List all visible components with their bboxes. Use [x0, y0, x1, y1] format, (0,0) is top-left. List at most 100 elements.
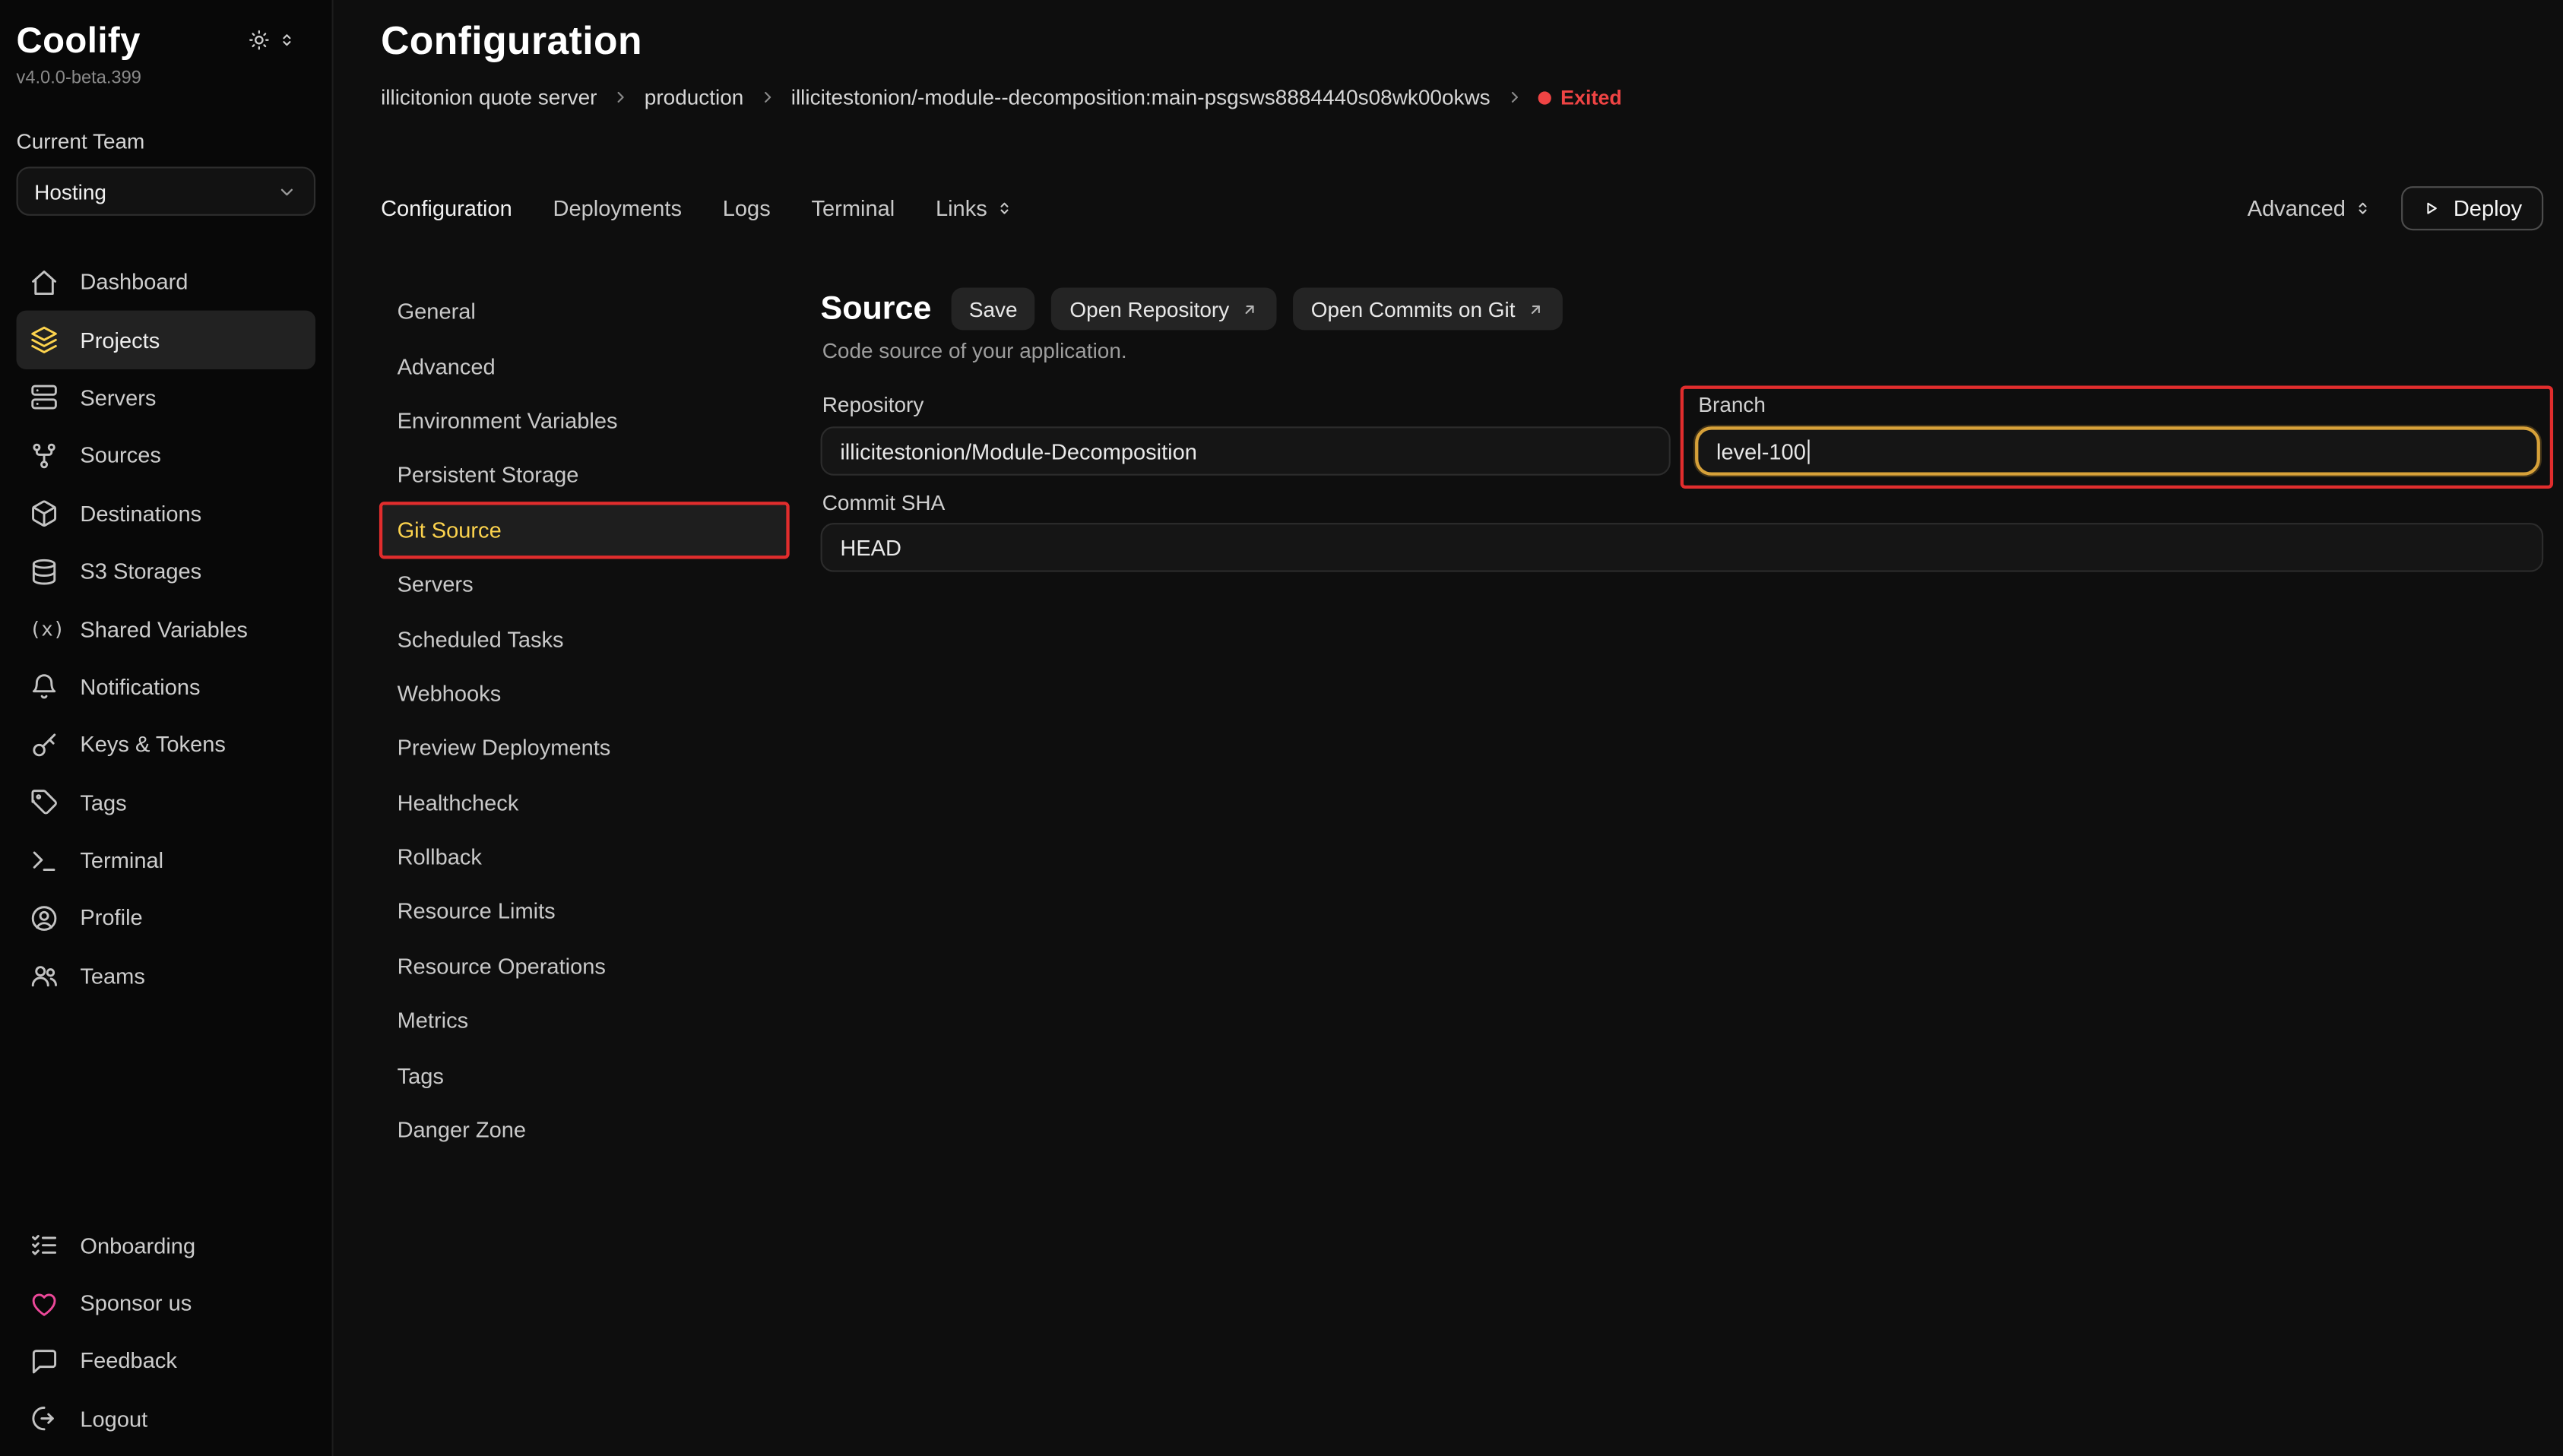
app-logo: Coolify	[17, 20, 141, 62]
tab-logs[interactable]: Logs	[723, 195, 771, 220]
tab-terminal[interactable]: Terminal	[811, 195, 895, 220]
sidebar-item-label: Destinations	[80, 502, 201, 526]
breadcrumb-environment[interactable]: production	[645, 85, 744, 109]
home-icon	[30, 267, 59, 297]
arrow-up-right-icon	[1527, 300, 1545, 318]
subnav-item-webhooks[interactable]: Webhooks	[381, 666, 787, 721]
subnav-item-git-source[interactable]: Git Source	[381, 502, 787, 557]
tab-bar: Configuration Deployments Logs Terminal …	[381, 183, 2543, 233]
sidebar-item-keys-tokens[interactable]: Keys & Tokens	[17, 716, 316, 774]
chevron-right-icon	[612, 88, 630, 106]
deploy-button[interactable]: Deploy	[2401, 185, 2543, 229]
subnav-item-resource-operations[interactable]: Resource Operations	[381, 939, 787, 994]
theme-switcher[interactable]	[249, 30, 296, 51]
open-commits-button[interactable]: Open Commits on Git	[1293, 287, 1563, 330]
open-repository-button[interactable]: Open Repository	[1052, 287, 1277, 330]
sidebar-item-teams[interactable]: Teams	[17, 948, 316, 1005]
sidebar-item-tags[interactable]: Tags	[17, 774, 316, 831]
chevrons-up-down-icon	[995, 198, 1013, 217]
chevron-right-icon	[759, 88, 777, 106]
app-version: v4.0.0-beta.399	[17, 68, 316, 88]
branch-label: Branch	[1698, 392, 1766, 416]
sidebar-item-shared-variables[interactable]: (x) Shared Variables	[17, 600, 316, 658]
subnav-item-environment-variables[interactable]: Environment Variables	[381, 394, 787, 448]
status-badge: Exited	[1538, 86, 1622, 109]
sun-icon	[249, 30, 270, 51]
subnav-item-danger-zone[interactable]: Danger Zone	[381, 1103, 787, 1157]
tag-icon	[30, 788, 59, 818]
subnav-item-persistent-storage[interactable]: Persistent Storage	[381, 448, 787, 503]
team-select[interactable]: Hosting	[17, 166, 316, 216]
sidebar-item-projects[interactable]: Projects	[17, 311, 316, 369]
subnav-item-resource-limits[interactable]: Resource Limits	[381, 885, 787, 939]
subnav-item-tags[interactable]: Tags	[381, 1048, 787, 1103]
advanced-dropdown[interactable]: Advanced	[2248, 195, 2372, 220]
sidebar-item-label: Servers	[80, 385, 156, 410]
sidebar-item-label: Tags	[80, 790, 126, 815]
open-commits-label: Open Commits on Git	[1311, 296, 1516, 321]
settings-subnav: General Advanced Environment Variables P…	[381, 284, 787, 1157]
sidebar-item-label: Sources	[80, 444, 161, 468]
sidebar-item-feedback[interactable]: Feedback	[17, 1332, 316, 1390]
sidebar-item-label: Profile	[80, 906, 142, 930]
subnav-item-rollback[interactable]: Rollback	[381, 830, 787, 885]
commit-sha-input[interactable]: HEAD	[821, 523, 2544, 572]
breadcrumb-application[interactable]: illicitestonion/-module--decomposition:m…	[791, 85, 1491, 109]
save-button[interactable]: Save	[951, 287, 1035, 330]
sidebar: Coolify v4.0.0-beta.399 Current Team Hos…	[0, 0, 334, 1456]
variable-icon: (x)	[30, 618, 59, 641]
sidebar-item-sources[interactable]: Sources	[17, 427, 316, 485]
advanced-label: Advanced	[2248, 195, 2346, 220]
sidebar-item-notifications[interactable]: Notifications	[17, 658, 316, 716]
app-root: Coolify v4.0.0-beta.399 Current Team Hos…	[0, 0, 2563, 1456]
terminal-icon	[30, 846, 59, 875]
layers-icon	[30, 325, 59, 355]
breadcrumb: illicitonion quote server production ill…	[381, 85, 1622, 109]
users-icon	[30, 961, 59, 991]
key-icon	[30, 730, 59, 760]
git-fork-icon	[30, 441, 59, 470]
sidebar-item-logout[interactable]: Logout	[17, 1390, 316, 1448]
sidebar-item-servers[interactable]: Servers	[17, 369, 316, 427]
subnav-item-scheduled-tasks[interactable]: Scheduled Tasks	[381, 612, 787, 666]
tab-deployments[interactable]: Deployments	[553, 195, 682, 220]
tab-configuration[interactable]: Configuration	[381, 195, 512, 220]
sidebar-item-s3-storages[interactable]: S3 Storages	[17, 543, 316, 600]
subnav-item-preview-deployments[interactable]: Preview Deployments	[381, 721, 787, 776]
sidebar-item-profile[interactable]: Profile	[17, 890, 316, 948]
tab-links[interactable]: Links	[936, 195, 1013, 220]
brand-row: Coolify	[17, 20, 316, 62]
sidebar-item-dashboard[interactable]: Dashboard	[17, 253, 316, 311]
list-checks-icon	[30, 1231, 59, 1261]
status-text: Exited	[1560, 86, 1622, 109]
deploy-button-label: Deploy	[2454, 195, 2522, 220]
message-icon	[30, 1347, 59, 1376]
sidebar-item-label: Projects	[80, 328, 160, 352]
sidebar-item-destinations[interactable]: Destinations	[17, 485, 316, 543]
subnav-item-metrics[interactable]: Metrics	[381, 994, 787, 1049]
sidebar-item-label: Onboarding	[80, 1233, 195, 1258]
open-repository-label: Open Repository	[1069, 296, 1229, 321]
logout-icon	[30, 1404, 59, 1434]
repository-input[interactable]: illicitestonion/Module-Decomposition	[821, 426, 1671, 476]
sidebar-item-sponsor[interactable]: Sponsor us	[17, 1274, 316, 1332]
heart-icon	[30, 1289, 59, 1318]
sidebar-item-onboarding[interactable]: Onboarding	[17, 1217, 316, 1274]
chevrons-up-down-icon	[2354, 198, 2372, 217]
tab-bar-right: Advanced Deploy	[2248, 185, 2543, 229]
text-cursor	[1807, 438, 1810, 463]
repository-label: Repository	[822, 392, 924, 416]
subnav-item-advanced[interactable]: Advanced	[381, 339, 787, 394]
chevron-down-icon	[276, 181, 297, 202]
main-area: Configuration illicitonion quote server …	[334, 0, 2563, 1456]
sidebar-item-label: Teams	[80, 964, 145, 989]
subnav-item-general[interactable]: General	[381, 284, 787, 339]
subnav-item-healthcheck[interactable]: Healthcheck	[381, 775, 787, 830]
source-section: Source Save Open Repository Open Commits…	[821, 278, 2544, 654]
team-select-value: Hosting	[34, 179, 106, 203]
branch-input[interactable]: level-100	[1695, 426, 2540, 476]
subnav-item-servers[interactable]: Servers	[381, 557, 787, 612]
status-dot	[1538, 90, 1551, 103]
sidebar-item-terminal[interactable]: Terminal	[17, 831, 316, 889]
breadcrumb-project[interactable]: illicitonion quote server	[381, 85, 597, 109]
